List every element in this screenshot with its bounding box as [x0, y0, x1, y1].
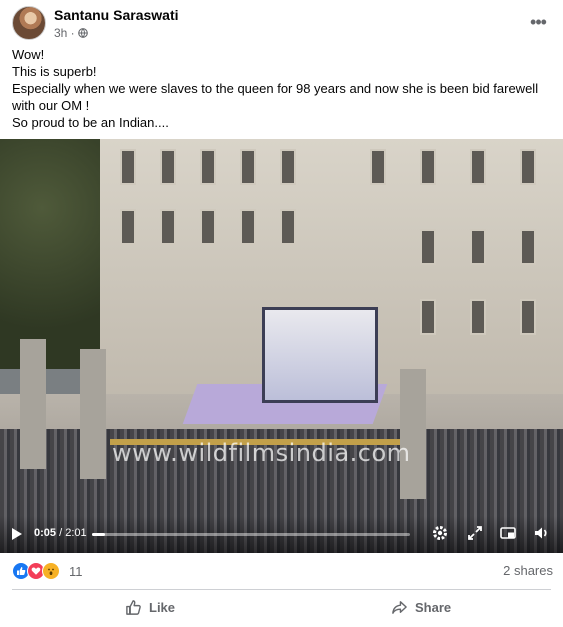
like-button[interactable]: Like	[125, 596, 175, 618]
wow-reaction-icon	[42, 562, 60, 580]
total-time: / 2:01	[59, 527, 87, 539]
post-header: Santanu Saraswati 3h · •••	[12, 6, 552, 42]
video-frame-stage	[262, 307, 378, 403]
video-player[interactable]: www.wildfilmsindia.com 0:05 / 2:01	[0, 139, 563, 553]
post-text: Wow! This is superb! Especially when we …	[12, 46, 552, 131]
post-time[interactable]: 3h ·	[54, 26, 75, 40]
post-text-line: Especially when we were slaves to the qu…	[12, 81, 539, 113]
post-meta: 3h ·	[54, 26, 88, 40]
video-frame-trees	[0, 139, 105, 369]
progress-bar[interactable]	[92, 533, 410, 536]
globe-icon	[77, 28, 88, 38]
divider	[12, 589, 551, 590]
fullscreen-icon[interactable]	[466, 524, 484, 542]
video-watermark: www.wildfilmsindia.com	[112, 439, 411, 467]
video-time: 0:05 / 2:01	[34, 527, 87, 539]
reactions-summary[interactable]: 11	[12, 561, 83, 581]
video-controls: 0:05 / 2:01	[0, 516, 563, 553]
video-frame-gatepost	[20, 339, 46, 469]
video-frame-gatepost	[400, 369, 426, 499]
more-options-icon[interactable]: •••	[528, 12, 548, 32]
thumbs-up-icon	[126, 599, 141, 615]
share-button[interactable]: Share	[391, 596, 451, 618]
post-text-line: Wow!	[12, 47, 45, 62]
play-icon[interactable]	[12, 528, 22, 540]
facebook-post: Santanu Saraswati 3h · ••• Wow! This is …	[0, 0, 563, 627]
volume-icon[interactable]	[533, 524, 551, 542]
share-arrow-icon	[392, 600, 407, 614]
reaction-count: 11	[69, 563, 83, 579]
share-button-label: Share	[415, 599, 452, 615]
avatar[interactable]	[12, 6, 46, 40]
settings-icon[interactable]	[431, 524, 449, 542]
current-time: 0:05	[34, 527, 57, 539]
picture-in-picture-icon[interactable]	[499, 524, 517, 542]
post-text-line: This is superb!	[12, 64, 97, 79]
video-frame-gatepost	[80, 349, 106, 479]
share-count[interactable]: 2 shares	[503, 563, 553, 578]
like-button-label: Like	[149, 599, 176, 615]
progress-fill	[92, 533, 106, 536]
author-name[interactable]: Santanu Saraswati	[54, 7, 179, 23]
post-text-line: So proud to be an Indian....	[12, 115, 169, 130]
